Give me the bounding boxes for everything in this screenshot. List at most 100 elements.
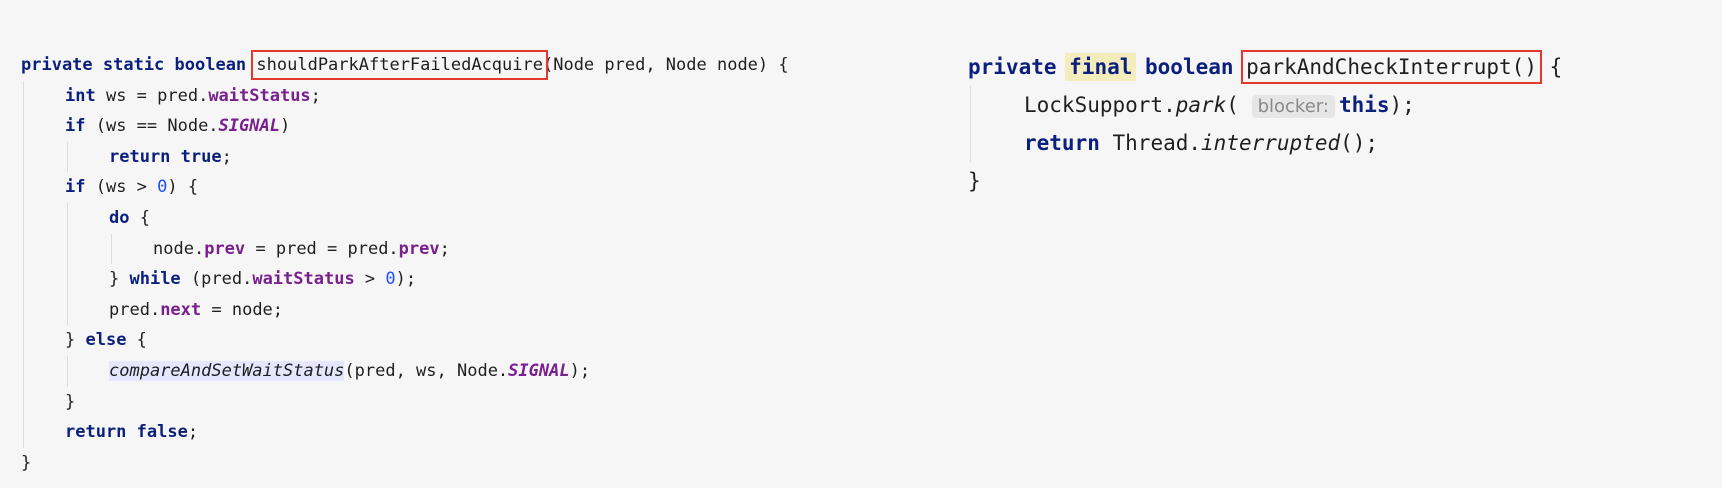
code-token: { [139, 207, 150, 228]
code-line[interactable]: int ws = pred.waitStatus; [21, 80, 966, 112]
keyword-token: return false [65, 422, 188, 443]
code-line[interactable]: if (ws == Node.SIGNAL) [21, 111, 966, 142]
keyword-token: int [65, 85, 106, 106]
code-pane-park-and-check[interactable]: private final boolean parkAndCheckInterr… [968, 48, 1708, 200]
indent-guide [67, 294, 68, 326]
method-name-highlighted: parkAndCheckInterrupt() [1241, 50, 1542, 84]
code-line[interactable]: pred.next = node; [21, 294, 966, 326]
indent-guide [67, 141, 68, 173]
code-line[interactable]: do { [21, 202, 966, 234]
indent-guide [67, 355, 68, 387]
indent-guide [970, 124, 971, 162]
code-token: { [136, 330, 147, 351]
code-token: pred. [109, 299, 161, 320]
keyword-token: private static boolean [21, 55, 257, 75]
code-token: ; [187, 422, 199, 443]
code-token: node. [153, 238, 205, 259]
indent-guide [67, 202, 68, 234]
code-token: LockSupport. [1024, 93, 1176, 117]
indent-guide [23, 172, 24, 203]
keyword-token: final [1065, 53, 1137, 81]
keyword-token: return [1024, 131, 1113, 155]
code-line[interactable]: return false; [21, 417, 966, 448]
code-token: ; [439, 238, 450, 259]
code-token: { [1536, 55, 1563, 79]
code-token: Thread. [1112, 131, 1202, 155]
code-token: } [968, 169, 981, 193]
code-token: } [65, 330, 86, 351]
keyword-token: while [129, 269, 191, 290]
indent-guide [23, 325, 24, 356]
indent-guide [111, 233, 112, 265]
indent-guide [23, 202, 24, 234]
method-call-token: interrupted [1201, 131, 1341, 155]
code-token: (); [1340, 131, 1379, 155]
field-token: waitStatus [208, 85, 311, 106]
keyword-token: return true [109, 146, 222, 167]
number-token: 0 [385, 269, 396, 290]
code-token: ) [279, 116, 291, 137]
indent-guide [23, 294, 24, 326]
field-token: next [160, 299, 202, 320]
code-token: ); [395, 269, 417, 290]
code-line[interactable]: node.prev = pred = pred.prev; [21, 233, 966, 265]
code-line[interactable]: return Thread.interrupted(); [968, 124, 1708, 162]
code-token: ws = pred. [105, 85, 209, 106]
constant-token: SIGNAL [218, 116, 280, 137]
code-line[interactable]: } while (pred.waitStatus > 0); [21, 264, 966, 295]
field-token: prev [204, 238, 246, 259]
code-line[interactable]: return true; [21, 141, 966, 173]
code-token: ; [221, 146, 232, 167]
code-token: = pred = pred. [245, 238, 399, 259]
code-token: ); [1389, 93, 1415, 117]
code-line[interactable]: private static boolean shouldParkAfterFa… [21, 50, 966, 81]
code-line[interactable]: if (ws > 0) { [21, 172, 966, 203]
code-line[interactable]: } else { [21, 325, 966, 356]
indent-guide [67, 264, 68, 295]
keyword-token: if [65, 116, 96, 137]
code-line[interactable]: } [968, 162, 1708, 200]
code-token: } [109, 269, 130, 290]
method-call-token: compareAndSetWaitStatus [109, 360, 345, 381]
code-token: (pred, ws, Node. [344, 360, 509, 381]
code-line[interactable]: private final boolean parkAndCheckInterr… [968, 48, 1708, 86]
code-line[interactable]: } [21, 386, 966, 418]
code-line[interactable]: LockSupport.park( blocker: this); [968, 86, 1708, 124]
indent-guide [970, 86, 971, 124]
code-token: (ws > [95, 177, 158, 198]
code-token: ( [1226, 93, 1252, 117]
code-token: ) { [167, 177, 199, 198]
indent-guide [23, 417, 24, 448]
number-token: 0 [157, 177, 168, 198]
code-token: } [21, 452, 32, 473]
keyword-token: else [85, 330, 137, 351]
code-line[interactable]: compareAndSetWaitStatus(pred, ws, Node.S… [21, 355, 966, 387]
keyword-token: boolean [1132, 55, 1247, 79]
code-token: } [65, 391, 76, 412]
keyword-token: private [968, 55, 1070, 79]
keyword-token: this [1338, 93, 1390, 117]
indent-guide [23, 141, 24, 173]
field-token: prev [398, 238, 440, 259]
method-name-highlighted: shouldParkAfterFailedAcquire [251, 50, 548, 80]
indent-guide [23, 264, 24, 295]
indent-guide [23, 233, 24, 265]
keyword-token: if [65, 177, 96, 198]
field-token: waitStatus [252, 269, 355, 290]
code-line[interactable]: } [21, 448, 966, 479]
keyword-token: do [109, 207, 140, 228]
code-token: ); [569, 360, 591, 381]
code-token: (pred. [190, 269, 253, 290]
indent-guide [23, 386, 24, 418]
indent-guide [23, 80, 24, 112]
code-token: (Node pred, Node node) { [542, 55, 789, 75]
code-token: > [354, 269, 386, 290]
code-token: (ws == Node. [95, 116, 219, 137]
parameter-hint: blocker: [1251, 95, 1335, 118]
constant-token: SIGNAL [508, 360, 570, 381]
indent-guide [23, 111, 24, 142]
code-token: ; [310, 85, 321, 106]
code-pane-should-park[interactable]: private static boolean shouldParkAfterFa… [21, 50, 966, 478]
indent-guide [67, 233, 68, 265]
code-token: = node; [201, 299, 284, 320]
